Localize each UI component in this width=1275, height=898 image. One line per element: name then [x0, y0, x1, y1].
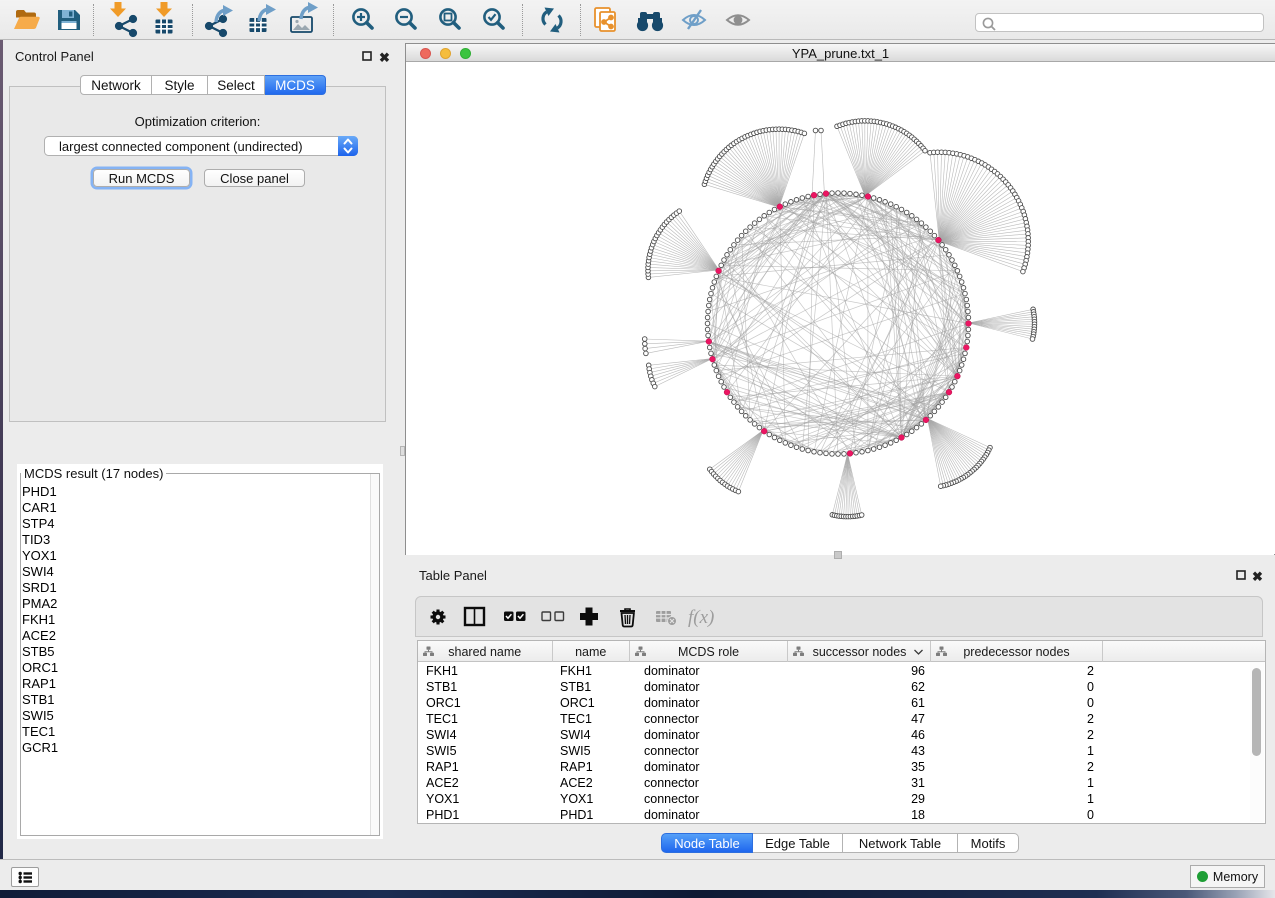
svg-text:f(x): f(x)	[688, 607, 714, 628]
